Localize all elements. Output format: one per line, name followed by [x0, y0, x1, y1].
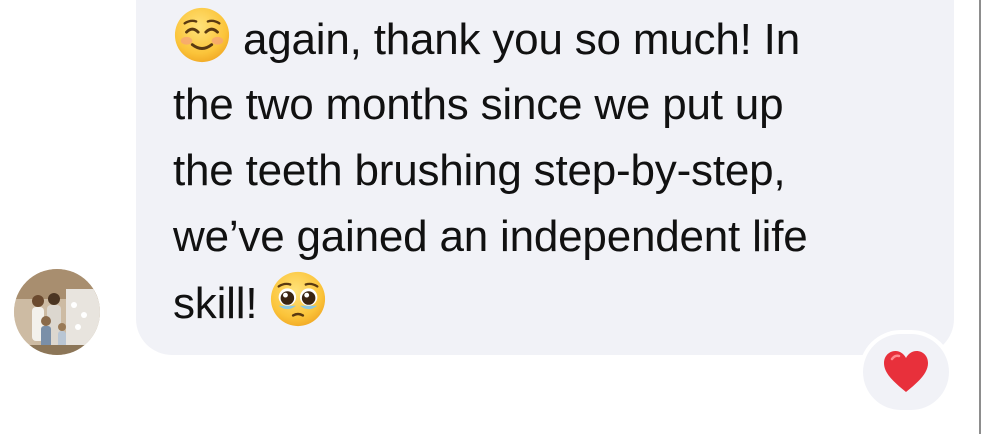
message-line-1: again, thank you so much! In [173, 6, 933, 72]
message-line-5-text: skill! [173, 279, 258, 328]
message-text: again, thank you so much! In the two mon… [173, 6, 933, 336]
heart-icon [884, 351, 928, 392]
pleading-face-icon [271, 271, 326, 327]
smiling-face-icon [174, 7, 230, 63]
message-line-5: skill! [173, 270, 933, 336]
reaction-badge[interactable] [863, 334, 949, 410]
message-row: again, thank you so much! In the two mon… [0, 0, 981, 434]
message-line-3: the teeth brushing step-by-step, [173, 146, 786, 195]
message-line-1-text: again, thank you so much! In [243, 15, 800, 64]
avatar-photo-icon [14, 269, 100, 355]
sender-avatar[interactable] [14, 269, 100, 355]
message-line-2: the two months since we put up [173, 80, 784, 129]
message-line-4: we’ve gained an independent life [173, 212, 808, 261]
